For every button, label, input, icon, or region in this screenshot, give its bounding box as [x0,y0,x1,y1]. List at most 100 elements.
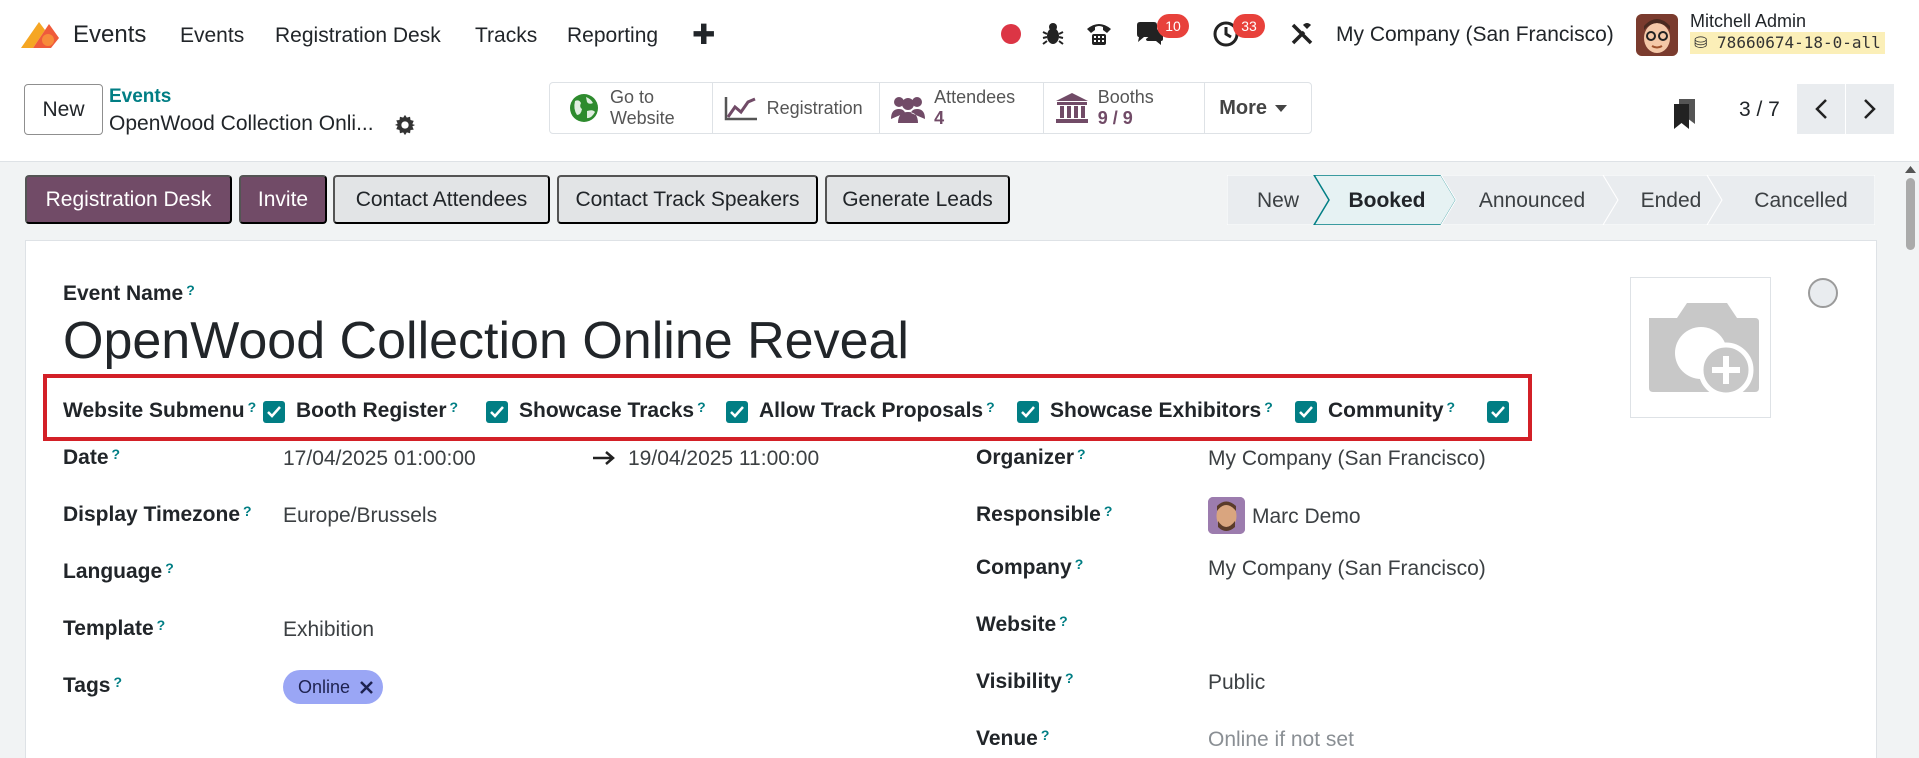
user-avatar[interactable] [1636,14,1678,56]
registration-label: Registration [766,97,863,118]
website-submenu-checkbox[interactable] [263,401,285,423]
smart-buttons: Go to Website Registration Attendees 4 Boo… [549,82,1312,134]
remove-tag-icon[interactable] [360,680,373,694]
scroll-up-arrow-icon[interactable] [1904,164,1917,174]
breadcrumb-events[interactable]: Events [109,86,171,108]
showcase-exhibitors-checkbox[interactable] [1295,401,1317,423]
visibility-label-text: Visibility [976,670,1062,693]
timezone-label-text: Display Timezone [63,503,241,526]
showcase-tracks-checkbox[interactable] [726,401,748,423]
stage-announced-label: Announced [1479,189,1585,212]
chevron-left-icon [1815,99,1827,119]
kanban-state-indicator[interactable] [1808,278,1838,308]
help-icon[interactable]: ? [248,399,257,415]
help-icon[interactable]: ? [1059,613,1068,629]
phone-icon[interactable] [1083,18,1115,50]
events-app-icon[interactable] [19,18,61,50]
help-icon[interactable]: ? [112,446,121,462]
invite-button[interactable]: Invite [239,175,327,224]
contact-attendees-button[interactable]: Contact Attendees [333,175,550,224]
company-field[interactable]: My Company (San Francisco) [1208,557,1486,581]
help-icon[interactable]: ? [1264,399,1273,415]
check-icon [1299,406,1313,418]
menu-events[interactable]: Events [180,24,244,48]
showcase-tracks-label: Showcase Tracks? [519,399,706,423]
scrollbar-thumb[interactable] [1906,178,1915,250]
stage-cancelled[interactable]: Cancelled [1706,175,1875,225]
community-checkbox[interactable] [1487,401,1509,423]
booth-register-checkbox[interactable] [486,401,508,423]
allow-track-proposals-checkbox[interactable] [1017,401,1039,423]
venue-field[interactable]: Online if not set [1208,728,1354,752]
website-label: Website? [976,613,1068,637]
company-label: Company? [976,556,1083,580]
timezone-field[interactable]: Europe/Brussels [283,504,437,528]
go-to-website-button[interactable]: Go to Website [550,83,713,133]
help-icon[interactable]: ? [186,282,195,298]
help-icon[interactable]: ? [113,674,122,690]
date-end-field[interactable]: 19/04/2025 11:00:00 [628,447,819,471]
booths-count: 9 / 9 [1097,108,1133,128]
visibility-field[interactable]: Public [1208,671,1265,695]
new-menu-plus-icon[interactable]: ✚ [692,18,715,51]
tag-online: Online [283,670,384,704]
attendees-label: Attendees [934,87,1016,107]
help-icon[interactable]: ? [1041,727,1050,743]
responsible-field[interactable]: Marc Demo [1252,505,1361,529]
contact-track-speakers-button[interactable]: Contact Track Speakers [557,175,818,224]
camera-plus-icon [1649,303,1759,398]
recording-icon[interactable] [995,18,1027,50]
stage-ended[interactable]: Ended [1602,175,1723,225]
registration-button[interactable]: Registration [713,83,881,133]
tags-label: Tags? [63,674,122,698]
bookmark-copies-icon[interactable] [1672,98,1696,130]
help-icon[interactable]: ? [1065,670,1074,686]
registration-desk-button[interactable]: Registration Desk [25,175,232,224]
help-icon[interactable]: ? [1077,446,1086,462]
settings-tools-icon[interactable] [1286,18,1318,50]
help-icon[interactable]: ? [157,617,166,633]
help-icon[interactable]: ? [1447,399,1456,415]
stage-booked[interactable]: Booked [1313,175,1457,225]
menu-registration-desk[interactable]: Registration Desk [275,24,441,48]
event-image-placeholder[interactable] [1630,277,1771,418]
organizer-label: Organizer? [976,446,1086,470]
generate-leads-button[interactable]: Generate Leads [825,175,1010,224]
organizer-field[interactable]: My Company (San Francisco) [1208,447,1486,471]
pager-value[interactable]: 3 / 7 [1739,98,1780,122]
caret-down-icon [1275,105,1288,112]
user-name[interactable]: Mitchell Admin [1690,11,1806,32]
community-label-text: Community [1328,399,1444,422]
menu-reporting[interactable]: Reporting [567,24,658,48]
booth-register-label-text: Booth Register [296,399,447,422]
scrollbar-track[interactable] [1902,162,1919,758]
messages-count-badge: 10 [1157,14,1189,38]
stage-booked-label: Booked [1348,189,1425,212]
help-icon[interactable]: ? [697,399,706,415]
new-record-button[interactable]: New [24,84,103,135]
help-icon[interactable]: ? [1104,503,1113,519]
showcase-exhibitors-label: Showcase Exhibitors? [1050,399,1273,423]
help-icon[interactable]: ? [165,560,174,576]
template-label: Template? [63,617,165,641]
date-begin-field[interactable]: 17/04/2025 01:00:00 [283,447,476,471]
gear-icon[interactable] [394,114,416,136]
help-icon[interactable]: ? [1075,556,1084,572]
company-switcher[interactable]: My Company (San Francisco) [1336,23,1614,47]
stage-announced[interactable]: Announced [1440,175,1619,225]
more-dropdown[interactable]: More [1205,83,1311,133]
debug-bug-icon[interactable] [1037,18,1069,50]
menu-tracks[interactable]: Tracks [475,24,537,48]
stage-new[interactable]: New [1227,175,1330,225]
help-icon[interactable]: ? [243,503,252,519]
pager-next-button[interactable] [1846,84,1894,134]
pager-previous-button[interactable] [1797,84,1845,134]
booths-button[interactable]: Booths 9 / 9 [1044,83,1206,133]
attendees-button[interactable]: Attendees 4 [880,83,1044,133]
allow-track-proposals-label: Allow Track Proposals? [759,399,995,423]
help-icon[interactable]: ? [450,399,459,415]
app-title[interactable]: Events [73,21,146,49]
help-icon[interactable]: ? [986,399,995,415]
template-field[interactable]: Exhibition [283,618,374,642]
event-name-field[interactable]: OpenWood Collection Online Reveal [63,311,909,371]
